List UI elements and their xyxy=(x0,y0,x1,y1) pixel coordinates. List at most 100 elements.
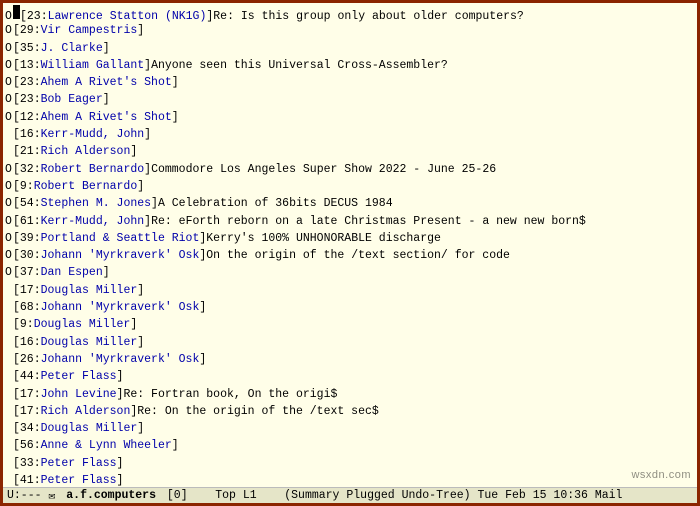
close-bracket: ] xyxy=(130,316,137,333)
thread-row[interactable]: [ 9: Douglas Miller ] xyxy=(3,316,697,333)
thread-row[interactable]: [ 68: Johann 'Myrkraverk' Osk] xyxy=(3,299,697,316)
author: Dan Espen xyxy=(41,264,103,281)
close-bracket: ] xyxy=(103,264,110,281)
article-lines: 61: xyxy=(20,213,41,230)
thread-row[interactable]: O [ 9: Robert Bernardo ] xyxy=(3,178,697,195)
author: Douglas Miller xyxy=(41,334,138,351)
close-bracket: ] xyxy=(172,74,179,91)
author: Douglas Miller xyxy=(41,282,138,299)
open-bracket: [ xyxy=(13,213,20,230)
close-bracket: ] xyxy=(199,299,206,316)
close-bracket: ] xyxy=(144,57,151,74)
open-bracket: [ xyxy=(13,299,20,316)
open-bracket: [ xyxy=(13,420,20,437)
close-bracket: ] xyxy=(199,247,206,264)
article-lines: 33: xyxy=(20,455,41,472)
close-bracket: ] xyxy=(172,437,179,454)
thread-row[interactable]: [ 34: Douglas Miller ] xyxy=(3,420,697,437)
author: J. Clarke xyxy=(41,40,103,57)
author: Ahem A Rivet's Shot xyxy=(41,109,172,126)
unread-marker: O xyxy=(5,213,13,230)
thread-row[interactable]: [ 17: Douglas Miller ] xyxy=(3,282,697,299)
unread-marker: O xyxy=(5,230,13,247)
thread-row[interactable]: O [ 54: Stephen M. Jones ] A Celebration… xyxy=(3,195,697,212)
thread-row[interactable]: [ 26: Johann 'Myrkraverk' Osk] xyxy=(3,351,697,368)
article-lines: 30: xyxy=(20,247,41,264)
thread-row[interactable]: O [ 37: Dan Espen ] xyxy=(3,264,697,281)
close-bracket: ] xyxy=(137,178,144,195)
modeline: U:--- ✉ a.f.computers [0] Top L1 (Summar… xyxy=(3,487,697,503)
close-bracket: ] xyxy=(117,368,124,385)
thread-row[interactable]: O [ 30: Johann 'Myrkraverk' Osk] On the … xyxy=(3,247,697,264)
article-lines: 34: xyxy=(20,420,41,437)
close-bracket: ] xyxy=(137,334,144,351)
unread-marker: O xyxy=(5,74,13,91)
article-lines: 68: xyxy=(20,299,41,316)
close-bracket: ] xyxy=(144,126,151,143)
article-lines: 29: xyxy=(20,22,41,39)
thread-row[interactable]: O [ 23: Lawrence Statton (NK1G)] Re: Is … xyxy=(3,5,697,22)
modeline-time: Tue Feb 15 10:36 xyxy=(478,489,588,502)
article-lines: 16: xyxy=(20,126,41,143)
subject: Commodore Los Angeles Super Show 2022 - … xyxy=(151,161,496,178)
article-lines: 16: xyxy=(20,334,41,351)
thread-row[interactable]: O [ 61: Kerr-Mudd, John ] Re: eForth reb… xyxy=(3,213,697,230)
thread-row[interactable]: [ 21: Rich Alderson ] xyxy=(3,143,697,160)
open-bracket: [ xyxy=(13,316,20,333)
summary-buffer[interactable]: O [ 23: Lawrence Statton (NK1G)] Re: Is … xyxy=(3,3,697,487)
unread-marker: O xyxy=(5,57,13,74)
thread-row[interactable]: [ 56: Anne & Lynn Wheeler ] xyxy=(3,437,697,454)
thread-row[interactable]: [ 33: Peter Flass ] xyxy=(3,455,697,472)
close-bracket: ] xyxy=(137,22,144,39)
article-lines: 35: xyxy=(20,40,41,57)
thread-row[interactable]: [ 41: Peter Flass ] xyxy=(3,472,697,487)
unread-marker: O xyxy=(5,161,13,178)
modeline-count: [0] xyxy=(167,489,188,502)
thread-row[interactable]: [ 44: Peter Flass ] xyxy=(3,368,697,385)
thread-row[interactable]: O [ 23: Ahem A Rivet's Shot ] xyxy=(3,74,697,91)
article-lines: 32: xyxy=(20,161,41,178)
open-bracket: [ xyxy=(13,351,20,368)
modeline-modes: (Summary Plugged Undo-Tree) xyxy=(284,489,470,502)
open-bracket: [ xyxy=(13,230,20,247)
modeline-buffer-name: a.f.computers xyxy=(66,489,156,502)
author: Douglas Miller xyxy=(34,316,131,333)
close-bracket: ] xyxy=(117,386,124,403)
open-bracket: [ xyxy=(13,57,20,74)
close-bracket: ] xyxy=(137,420,144,437)
author: Stephen M. Jones xyxy=(41,195,151,212)
thread-row[interactable]: [ 16: Douglas Miller ] xyxy=(3,334,697,351)
subject: A Celebration of 36bits DECUS 1984 xyxy=(158,195,393,212)
author: Rich Alderson xyxy=(41,403,131,420)
close-bracket: ] xyxy=(103,40,110,57)
modeline-status: U:--- xyxy=(7,489,42,502)
thread-row[interactable]: O [ 32: Robert Bernardo ] Commodore Los … xyxy=(3,161,697,178)
open-bracket: [ xyxy=(13,195,20,212)
close-bracket: ] xyxy=(117,472,124,487)
thread-row[interactable]: O [ 39: Portland & Seattle Riot] Kerry's… xyxy=(3,230,697,247)
open-bracket: [ xyxy=(13,403,20,420)
article-lines: 54: xyxy=(20,195,41,212)
unread-marker: O xyxy=(5,40,13,57)
open-bracket: [ xyxy=(13,472,20,487)
close-bracket: ] xyxy=(117,455,124,472)
article-lines: 17: xyxy=(20,403,41,420)
thread-row[interactable]: O [ 12: Ahem A Rivet's Shot ] xyxy=(3,109,697,126)
author: Peter Flass xyxy=(41,368,117,385)
article-lines: 12: xyxy=(20,109,41,126)
thread-row[interactable]: [ 16: Kerr-Mudd, John ] xyxy=(3,126,697,143)
author: Johann 'Myrkraverk' Osk xyxy=(41,351,200,368)
thread-row[interactable]: O [ 23: Bob Eager ] xyxy=(3,91,697,108)
author: Robert Bernardo xyxy=(34,178,138,195)
thread-row[interactable]: O [ 35: J. Clarke ] xyxy=(3,40,697,57)
thread-row[interactable]: O [ 13: William Gallant ] Anyone seen th… xyxy=(3,57,697,74)
article-lines: 23: xyxy=(20,74,41,91)
article-lines: 23: xyxy=(20,91,41,108)
thread-row[interactable]: [ 17: Rich Alderson ] Re: On the origin … xyxy=(3,403,697,420)
close-bracket: ] xyxy=(172,109,179,126)
close-bracket: ] xyxy=(130,143,137,160)
thread-row[interactable]: [ 17: John Levine ] Re: Fortran book, On… xyxy=(3,386,697,403)
open-bracket: [ xyxy=(13,386,20,403)
open-bracket: [ xyxy=(13,247,20,264)
author: Ahem A Rivet's Shot xyxy=(41,74,172,91)
